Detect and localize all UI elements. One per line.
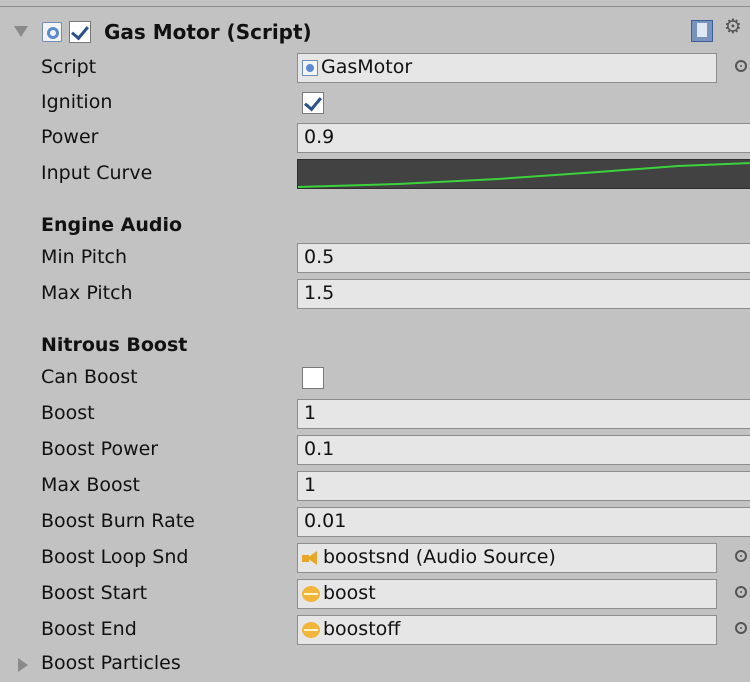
script-label: Script	[41, 56, 97, 78]
help-reference-icon[interactable]	[691, 20, 713, 42]
object-picker-icon[interactable]	[735, 550, 747, 562]
script-icon	[302, 59, 318, 76]
ignition-checkbox[interactable]	[302, 92, 324, 114]
gear-icon[interactable]: ⚙	[724, 16, 742, 36]
audio-source-icon	[302, 550, 320, 566]
row-boost-end: Boost End boostoff	[0, 612, 750, 648]
row-input-curve: Input Curve	[0, 156, 750, 192]
audio-clip-icon	[302, 621, 320, 638]
boost-power-label: Boost Power	[41, 438, 159, 460]
script-object-field[interactable]: GasMotor	[297, 53, 717, 83]
row-can-boost: Can Boost	[0, 360, 750, 396]
can-boost-checkbox[interactable]	[302, 367, 324, 389]
max-pitch-label: Max Pitch	[41, 282, 133, 304]
row-boost-burn-rate: Boost Burn Rate 0.01	[0, 504, 750, 540]
row-boost-loop-snd: Boost Loop Snd boostsnd (Audio Source)	[0, 540, 750, 576]
boost-input[interactable]: 1	[297, 399, 750, 429]
row-power: Power 0.9	[0, 120, 750, 156]
min-pitch-label: Min Pitch	[41, 246, 128, 268]
power-input[interactable]: 0.9	[297, 123, 750, 153]
input-curve-label: Input Curve	[41, 162, 153, 184]
row-boost: Boost 1	[0, 396, 750, 432]
curve-line	[298, 162, 750, 188]
power-label: Power	[41, 126, 99, 148]
boost-burn-rate-label: Boost Burn Rate	[41, 510, 195, 532]
boost-power-input[interactable]: 0.1	[297, 435, 750, 465]
section-engine-audio: Engine Audio	[41, 214, 183, 236]
row-max-pitch: Max Pitch 1.5	[0, 276, 750, 312]
boost-end-object-field[interactable]: boostoff	[297, 615, 717, 645]
object-picker-icon[interactable]	[735, 586, 747, 598]
row-max-boost: Max Boost 1	[0, 468, 750, 504]
row-boost-particles[interactable]: Boost Particles	[0, 646, 750, 682]
boost-end-value: boostoff	[323, 618, 401, 640]
row-boost-start: Boost Start boost	[0, 576, 750, 612]
boost-particles-label[interactable]: Boost Particles	[41, 652, 181, 674]
boost-loop-snd-label: Boost Loop Snd	[41, 546, 189, 568]
object-picker-icon[interactable]	[735, 60, 747, 72]
input-curve-field[interactable]	[297, 159, 750, 189]
script-value: GasMotor	[321, 56, 413, 78]
boost-loop-snd-value: boostsnd (Audio Source)	[323, 546, 556, 568]
ignition-label: Ignition	[41, 91, 113, 113]
foldout-arrow-icon[interactable]	[18, 658, 28, 672]
boost-label: Boost	[41, 402, 95, 424]
object-picker-icon[interactable]	[735, 622, 747, 634]
max-pitch-input[interactable]: 1.5	[297, 279, 750, 309]
section-nitrous-boost: Nitrous Boost	[41, 334, 188, 356]
row-ignition: Ignition	[0, 85, 750, 121]
script-icon	[42, 22, 62, 42]
boost-start-object-field[interactable]: boost	[297, 579, 717, 609]
boost-burn-rate-input[interactable]: 0.01	[297, 507, 750, 537]
audio-clip-icon	[302, 585, 320, 602]
foldout-arrow-icon[interactable]	[14, 26, 28, 37]
boost-loop-snd-object-field[interactable]: boostsnd (Audio Source)	[297, 543, 717, 573]
inspector-top-divider	[0, 0, 750, 8]
max-boost-label: Max Boost	[41, 474, 140, 496]
boost-start-value: boost	[323, 582, 376, 604]
min-pitch-input[interactable]: 0.5	[297, 243, 750, 273]
max-boost-input[interactable]: 1	[297, 471, 750, 501]
component-enable-checkbox[interactable]	[69, 21, 91, 43]
boost-start-label: Boost Start	[41, 582, 148, 604]
row-min-pitch: Min Pitch 0.5	[0, 240, 750, 276]
boost-end-label: Boost End	[41, 618, 137, 640]
row-script: Script GasMotor	[0, 50, 750, 86]
can-boost-label: Can Boost	[41, 366, 138, 388]
row-boost-power: Boost Power 0.1	[0, 432, 750, 468]
component-title: Gas Motor (Script)	[104, 20, 312, 44]
